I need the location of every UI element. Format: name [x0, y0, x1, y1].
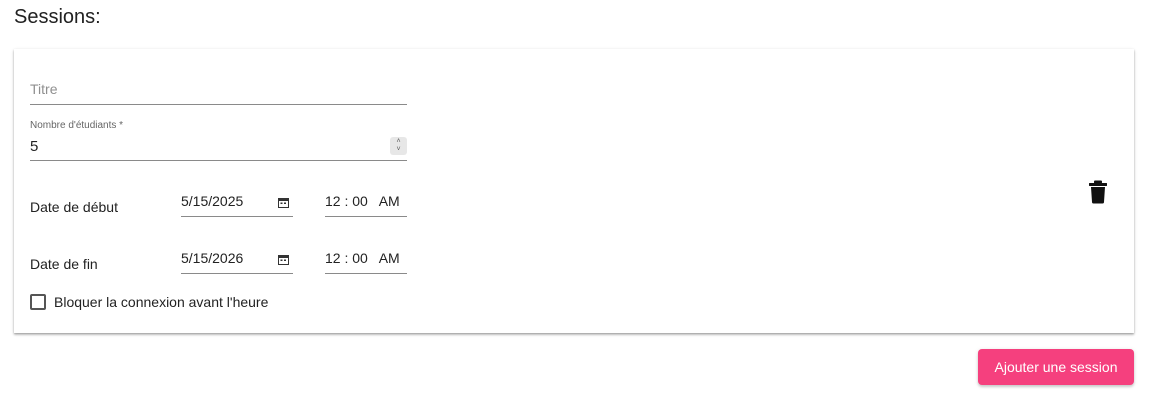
start-date-label: Date de début: [30, 199, 118, 215]
spinner-down-icon[interactable]: ˅: [396, 146, 400, 154]
end-time-value: 12 : 00 AM: [325, 250, 400, 266]
end-time-input[interactable]: 12 : 00 AM: [325, 244, 407, 274]
trash-icon[interactable]: [1088, 180, 1108, 204]
title-field[interactable]: Titre: [30, 71, 407, 105]
add-session-button[interactable]: Ajouter une session: [978, 349, 1134, 385]
calendar-icon[interactable]: [278, 254, 289, 265]
calendar-icon[interactable]: [278, 197, 289, 208]
block-login-row[interactable]: Bloquer la connexion avant l'heure: [30, 294, 268, 310]
spinner-up-icon[interactable]: ˄: [396, 138, 400, 146]
students-field[interactable]: Nombre d'étudiants * 5 ˄ ˅: [30, 119, 407, 161]
title-placeholder: Titre: [30, 81, 58, 97]
session-card: Titre Nombre d'étudiants * 5 ˄ ˅ Date de…: [14, 49, 1134, 333]
students-value[interactable]: 5: [30, 138, 38, 155]
block-login-label[interactable]: Bloquer la connexion avant l'heure: [54, 294, 268, 310]
number-spinner[interactable]: ˄ ˅: [390, 137, 407, 155]
section-title: Sessions:: [14, 6, 101, 28]
start-date-value: 5/15/2025: [181, 193, 244, 209]
end-date-label: Date de fin: [30, 256, 98, 272]
start-time-input[interactable]: 12 : 00 AM: [325, 187, 407, 217]
end-date-value: 5/15/2026: [181, 250, 244, 266]
start-time-value: 12 : 00 AM: [325, 193, 400, 209]
students-label: Nombre d'étudiants *: [30, 120, 124, 131]
start-date-input[interactable]: 5/15/2025: [181, 187, 293, 217]
sessions-page: Sessions: Titre Nombre d'étudiants * 5 ˄…: [0, 0, 1153, 408]
block-login-checkbox[interactable]: [30, 294, 46, 310]
end-date-input[interactable]: 5/15/2026: [181, 244, 293, 274]
